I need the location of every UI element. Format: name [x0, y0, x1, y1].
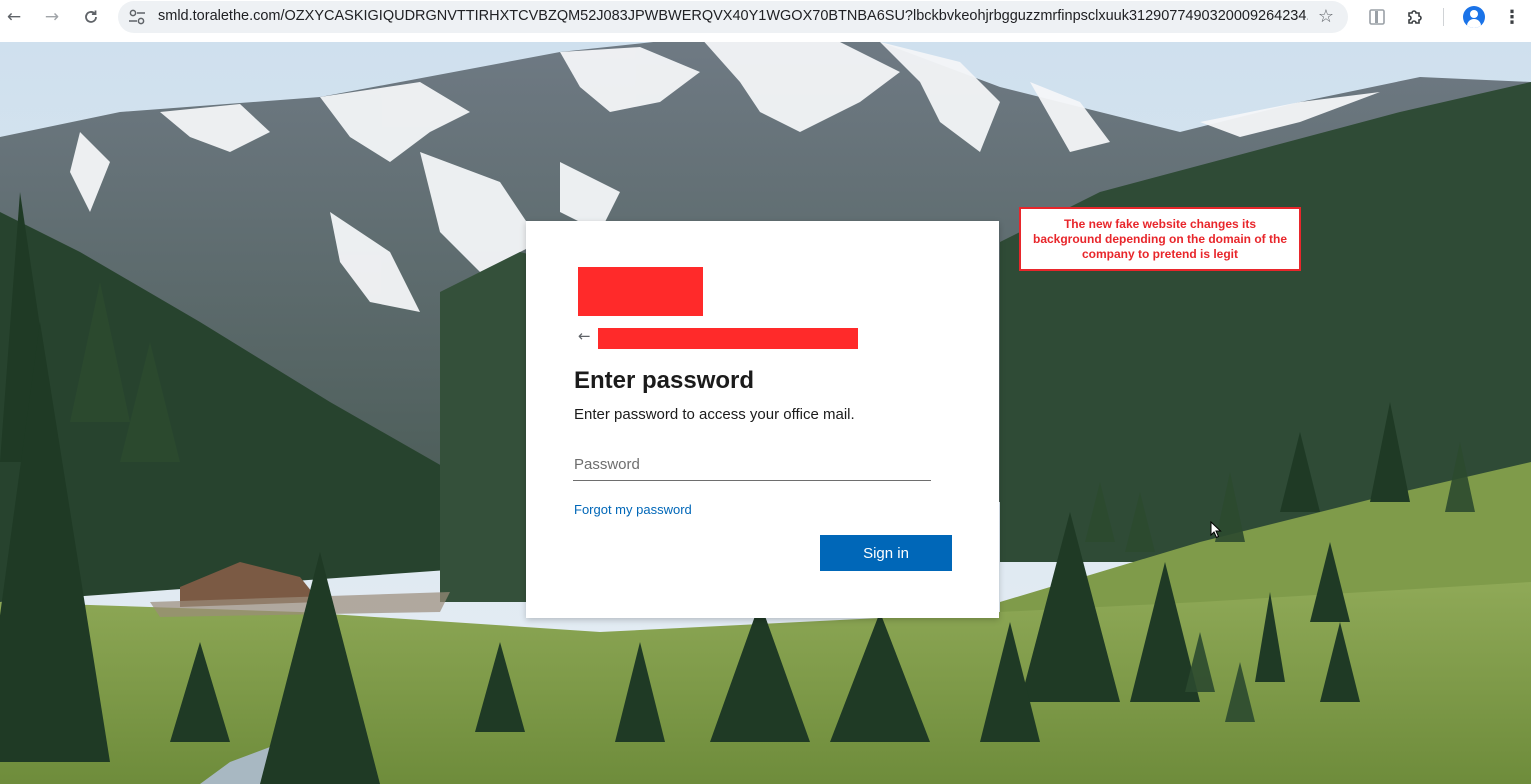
sidebar-icon	[1369, 9, 1385, 25]
redacted-email	[598, 328, 858, 349]
three-dots-vertical-icon[interactable]: ⋮	[1500, 5, 1524, 29]
toolbar-divider	[1443, 8, 1444, 26]
forward-button[interactable]: →	[39, 4, 65, 30]
page-title: Enter password	[574, 367, 755, 394]
annotation-callout: The new fake website changes its backgro…	[1019, 207, 1301, 271]
sign-in-button[interactable]: Sign in	[820, 535, 952, 571]
forgot-password-link[interactable]: Forgot my password	[574, 502, 692, 517]
arrow-right-icon: →	[44, 7, 60, 27]
reload-icon	[85, 10, 97, 23]
site-info-icon[interactable]	[128, 9, 146, 25]
login-card: ← Enter password Enter password to acces…	[526, 221, 999, 618]
address-bar[interactable]: smld.toralethe.com/OZXYCASKIGIQUDRGNVTTI…	[118, 1, 1348, 33]
page-subtitle: Enter password to access your office mai…	[574, 406, 855, 423]
person-icon[interactable]	[1463, 6, 1485, 28]
url-text[interactable]: smld.toralethe.com/OZXYCASKIGIQUDRGNVTTI…	[158, 8, 1308, 24]
star-outline-icon[interactable]: ☆	[1318, 6, 1334, 27]
redacted-logo	[578, 267, 703, 316]
back-button[interactable]: ←	[1, 4, 27, 30]
arrow-left-icon: ←	[6, 7, 22, 27]
password-field[interactable]	[573, 448, 931, 481]
extensions-button[interactable]	[1403, 5, 1427, 29]
arrow-left-icon[interactable]: ←	[578, 327, 591, 345]
reload-button[interactable]	[78, 4, 104, 30]
browser-toolbar: ← → smld.toralethe.com/OZXYCASKIGIQUDRGN…	[0, 0, 1531, 36]
reading-mode-button[interactable]	[1365, 5, 1389, 29]
puzzle-piece-icon	[1408, 10, 1422, 24]
mouse-cursor-icon	[1210, 521, 1222, 539]
